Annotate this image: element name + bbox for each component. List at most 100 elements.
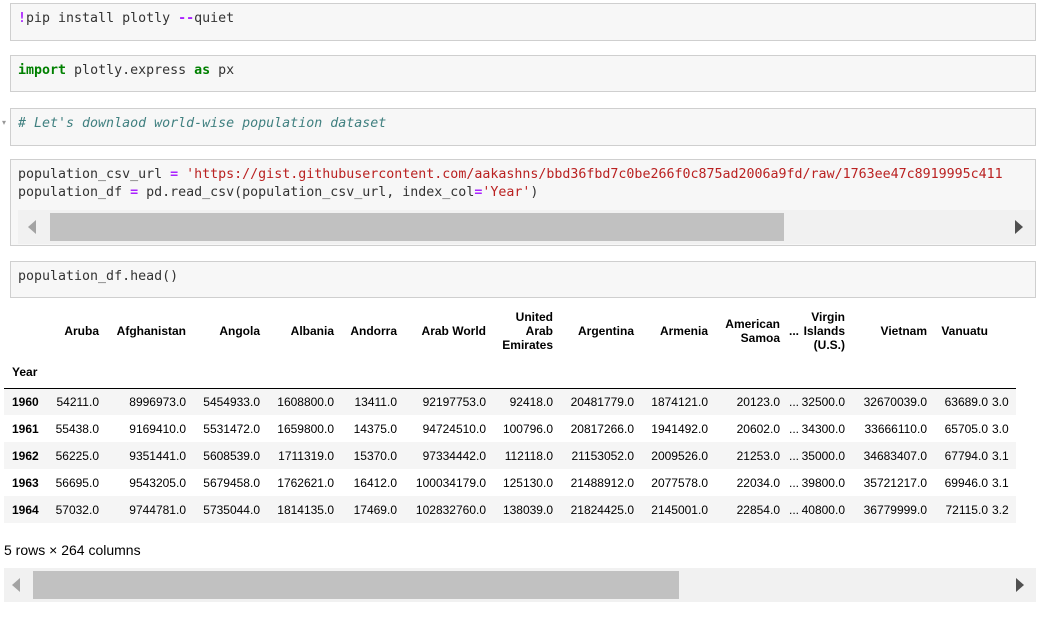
table-cell: 5735044.0	[203, 502, 260, 517]
code-horizontal-scrollbar[interactable]	[18, 210, 1035, 244]
code-comment: # Let's downlaod world-wise population d…	[18, 116, 387, 131]
pip-command: pip install plotly	[26, 11, 179, 26]
table-cell: 63689.0	[944, 394, 988, 409]
table-cell: 14375.0	[353, 421, 397, 436]
code-cell-pip[interactable]: !pip install plotly --quiet	[10, 3, 1036, 41]
ellipsis-cell: ...	[788, 502, 799, 517]
ellipsis-cell: ...	[788, 475, 799, 490]
table-cell: 65705.0	[944, 421, 988, 436]
dataframe-table: Aruba Afghanistan Angola Albania Andorra…	[4, 306, 1016, 523]
table-cell: 34300.0	[801, 421, 845, 436]
table-cell: 125130.0	[502, 475, 553, 490]
scrollbar-thumb[interactable]	[33, 571, 679, 599]
table-cell: 35000.0	[801, 448, 845, 463]
column-header: Vanuatu	[941, 324, 988, 338]
code-editor[interactable]: !pip install plotly --quiet	[18, 10, 234, 28]
table-cell: 102832760.0	[415, 502, 486, 517]
table-cell: 32500.0	[801, 394, 845, 409]
index-col-string: 'Year'	[482, 185, 531, 200]
table-cell: 2077578.0	[651, 475, 708, 490]
code-editor[interactable]: # Let's downlaod world-wise population d…	[18, 115, 386, 133]
row-index: 1962	[12, 448, 39, 463]
code-editor[interactable]: population_df.head()	[18, 268, 178, 286]
code-cell-import[interactable]: import plotly.express as px	[10, 55, 1036, 92]
table-cell: 3.1	[992, 448, 1009, 463]
table-cell: 112118.0	[504, 448, 553, 463]
read-csv-call: pd.read_csv(population_csv_url, index_co…	[138, 185, 475, 200]
table-cell: 2145001.0	[651, 502, 708, 517]
table-cell: 56695.0	[55, 475, 99, 490]
table-cell: 67794.0	[944, 448, 988, 463]
variable-df: population_df	[18, 185, 131, 200]
table-row: 1961 55438.0 9169410.0 5531472.0 1659800.0 14…	[4, 415, 1016, 442]
table-cell: 8996973.0	[129, 394, 186, 409]
table-cell: 5608539.0	[203, 448, 260, 463]
code-cell-read-csv[interactable]: population_csv_url = 'https://gist.githu…	[10, 159, 1036, 246]
shell-bang: !	[18, 11, 27, 26]
output-horizontal-scrollbar[interactable]	[4, 568, 1036, 602]
table-cell: 2009526.0	[651, 448, 708, 463]
triangle-left-icon[interactable]	[12, 578, 20, 592]
column-header	[988, 306, 1016, 356]
table-row: 1964 57032.0 9744781.0 5735044.0 1814135.0 17…	[4, 496, 1016, 523]
keyword-as: as	[194, 63, 211, 78]
column-header: Albania	[290, 324, 334, 338]
column-header: Vietnam	[880, 324, 927, 338]
table-cell: 20481779.0	[570, 394, 634, 409]
table-cell: 54211.0	[56, 394, 100, 409]
ellipsis-cell: ...	[788, 421, 799, 436]
table-cell: 36779999.0	[863, 502, 927, 517]
table-cell: 16412.0	[353, 475, 397, 490]
variable-url: population_csv_url	[18, 167, 171, 182]
table-cell: 21253.0	[736, 448, 780, 463]
triangle-right-icon[interactable]	[1016, 578, 1024, 592]
dataframe-shape-summary: 5 rows × 264 columns	[4, 542, 141, 558]
table-cell: 9543205.0	[129, 475, 186, 490]
table-cell: 9169410.0	[129, 421, 186, 436]
table-cell: 22854.0	[736, 502, 780, 517]
table-cell: 100796.0	[502, 421, 553, 436]
table-cell: 5679458.0	[203, 475, 260, 490]
table-cell: 1814135.0	[277, 502, 334, 517]
table-cell: 69946.0	[944, 475, 988, 490]
keyword-import: import	[18, 63, 67, 78]
table-cell: 1659800.0	[277, 421, 334, 436]
table-cell: 20123.0	[736, 394, 780, 409]
code-editor[interactable]: population_csv_url = 'https://gist.githu…	[18, 166, 1035, 202]
table-cell: 55438.0	[55, 421, 99, 436]
code-cell-head[interactable]: population_df.head()	[10, 261, 1036, 298]
table-row: 1962 56225.0 9351441.0 5608539.0 1711319.0 15…	[4, 442, 1016, 469]
row-index: 1960	[12, 394, 39, 409]
column-header: Argentina	[577, 324, 634, 338]
module-alias: px	[210, 63, 235, 78]
dataframe-body: 1960 54211.0 8996973.0 5454933.0 1608800.0 13…	[4, 388, 1016, 523]
module-name: plotly.express	[66, 63, 195, 78]
column-header: Aruba	[64, 324, 99, 338]
table-cell: 94724510.0	[422, 421, 486, 436]
scrollbar-thumb[interactable]	[50, 213, 784, 241]
column-header: Afghanistan	[116, 324, 186, 338]
table-cell: 33666110.0	[864, 421, 927, 436]
triangle-right-icon[interactable]	[1015, 220, 1023, 234]
table-cell: 34683407.0	[863, 448, 927, 463]
index-name: Year	[12, 364, 38, 379]
table-cell: 3.0	[992, 421, 1009, 436]
table-cell: 35721217.0	[863, 475, 927, 490]
column-header: Angola	[219, 324, 260, 338]
index-corner	[4, 306, 47, 356]
collapse-caret-icon[interactable]: ▾	[2, 118, 6, 127]
table-cell: 92418.0	[509, 394, 553, 409]
table-cell: 72115.0	[945, 502, 989, 517]
table-cell: 56225.0	[55, 448, 99, 463]
table-cell: 15370.0	[353, 448, 397, 463]
code-cell-comment[interactable]: # Let's downlaod world-wise population d…	[10, 108, 1036, 146]
code-editor[interactable]: import plotly.express as px	[18, 62, 234, 80]
table-cell: 13411.0	[354, 394, 398, 409]
table-cell: 9744781.0	[129, 502, 186, 517]
table-cell: 97334442.0	[422, 448, 486, 463]
column-header: United Arab Emirates	[502, 310, 553, 352]
ellipsis-header: ...	[788, 324, 799, 338]
table-cell: 138039.0	[502, 502, 553, 517]
triangle-left-icon[interactable]	[28, 220, 36, 234]
table-cell: 32670039.0	[863, 394, 927, 409]
